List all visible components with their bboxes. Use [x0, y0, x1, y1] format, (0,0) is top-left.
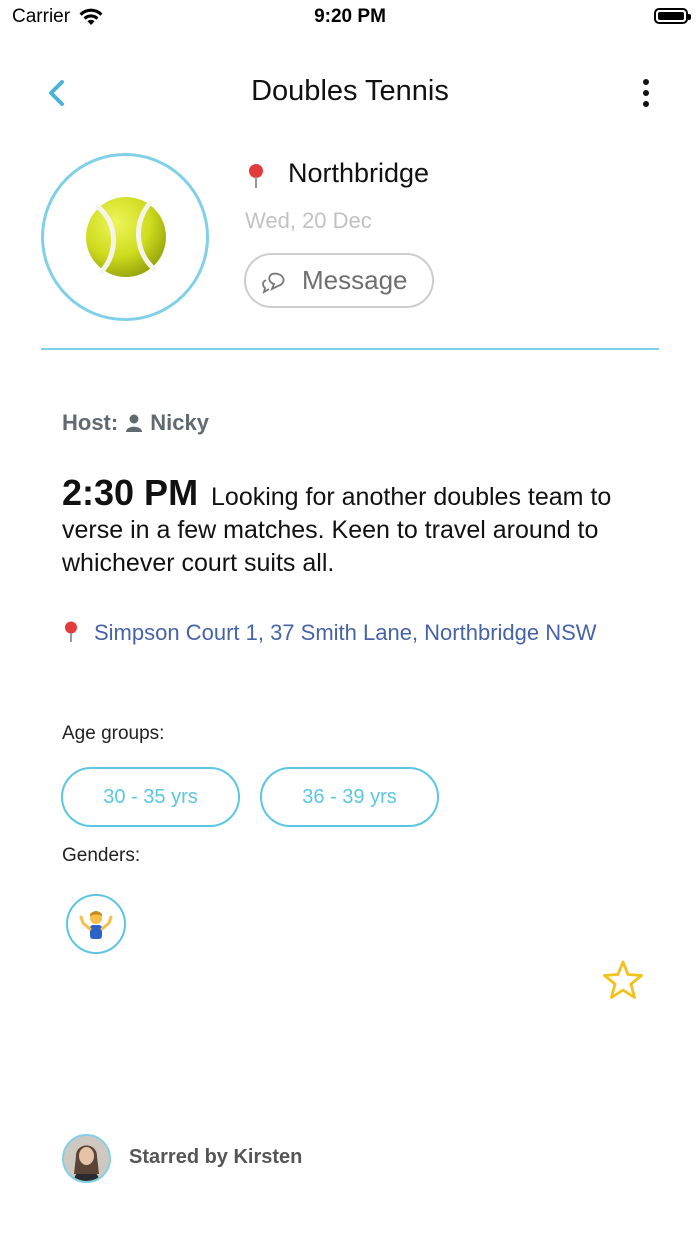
tennis-ball-icon	[86, 197, 166, 277]
message-button[interactable]: Message	[244, 253, 434, 308]
age-group-pill[interactable]: 36 - 39 yrs	[260, 767, 439, 827]
avatar	[62, 1134, 111, 1183]
location-pin-icon	[65, 621, 77, 642]
more-vertical-icon[interactable]	[634, 77, 658, 111]
event-description: 2:30 PM Looking for another doubles team…	[62, 475, 652, 580]
host-label: Host:	[62, 410, 119, 435]
user-photo-icon	[64, 1136, 109, 1181]
host-row: Host: Nicky	[62, 410, 209, 436]
gender-option[interactable]	[66, 894, 126, 954]
chat-bubbles-icon	[262, 272, 285, 294]
starred-by-text: Starred by Kirsten	[129, 1146, 303, 1168]
age-group-pill[interactable]: 30 - 35 yrs	[61, 767, 240, 827]
message-button-label: Message	[302, 265, 408, 295]
location-pin-icon	[249, 164, 263, 188]
event-date: Wed, 20 Dec	[245, 208, 372, 233]
status-time: 9:20 PM	[314, 6, 386, 27]
page-title: Doubles Tennis	[251, 75, 449, 107]
genders-label: Genders:	[62, 845, 141, 866]
event-time: 2:30 PM	[62, 472, 199, 513]
person-shrugging-icon	[79, 911, 113, 939]
age-groups-label: Age groups:	[62, 723, 165, 744]
address-link[interactable]: Simpson Court 1, 37 Smith Lane, Northbri…	[62, 618, 652, 648]
person-icon	[126, 414, 143, 432]
battery-icon	[654, 8, 691, 24]
event-location: Northbridge	[288, 158, 430, 188]
star-icon[interactable]	[601, 958, 645, 1002]
address-text: Simpson Court 1, 37 Smith Lane, Northbri…	[94, 620, 597, 645]
header-divider	[41, 348, 659, 350]
host-name: Nicky	[150, 410, 209, 435]
